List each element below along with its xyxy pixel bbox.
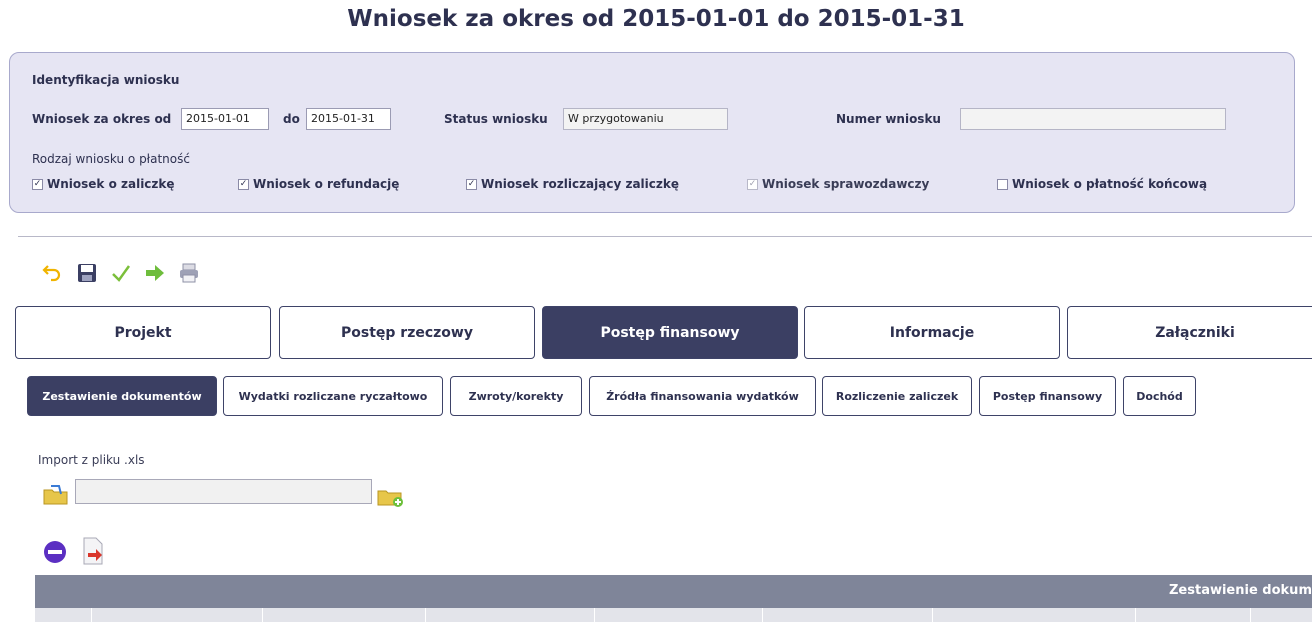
import-file-input[interactable] bbox=[75, 479, 372, 504]
period-to-label-text: do bbox=[283, 112, 300, 126]
folder-open-icon[interactable] bbox=[43, 484, 69, 510]
period-from-field[interactable]: 2015-01-01 bbox=[181, 108, 269, 130]
column-divider bbox=[762, 608, 763, 622]
checkbox-label: Wniosek o zaliczkę bbox=[47, 177, 175, 191]
column-divider bbox=[932, 608, 933, 622]
section-divider bbox=[18, 236, 1312, 237]
checkbox-label: Wniosek rozliczający zaliczkę bbox=[481, 177, 679, 191]
checkbox-advance[interactable]: ✓ Wniosek o zaliczkę bbox=[32, 177, 175, 191]
tab-projekt[interactable]: Projekt bbox=[15, 306, 271, 359]
column-divider bbox=[1135, 608, 1136, 622]
checkbox-label: Wniosek o płatność końcową bbox=[1012, 177, 1208, 191]
identification-heading: Identyfikacja wniosku bbox=[32, 73, 180, 87]
type-label: Rodzaj wniosku o płatność bbox=[32, 152, 190, 166]
tab-informacje[interactable]: Informacje bbox=[804, 306, 1060, 359]
column-divider bbox=[1250, 608, 1251, 622]
checkbox-label: Wniosek o refundację bbox=[253, 177, 400, 191]
folder-add-icon[interactable] bbox=[377, 484, 405, 512]
subtab-zrodla-finansowania[interactable]: Źródła finansowania wydatków bbox=[589, 376, 816, 416]
tab-postep-rzeczowy[interactable]: Postęp rzeczowy bbox=[279, 306, 535, 359]
checkbox-mark: ✓ bbox=[747, 178, 758, 190]
subtab-wydatki-ryczaltowo[interactable]: Wydatki rozliczane ryczałtowo bbox=[223, 376, 443, 416]
checkbox-mark[interactable] bbox=[997, 178, 1008, 190]
checkbox-report: ✓ Wniosek sprawozdawczy bbox=[747, 177, 929, 191]
check-icon[interactable] bbox=[108, 260, 134, 286]
checkbox-refund[interactable]: ✓ Wniosek o refundację bbox=[238, 177, 399, 191]
checkbox-final-payment[interactable]: Wniosek o płatność końcową bbox=[997, 177, 1207, 191]
column-divider bbox=[425, 608, 426, 622]
page-title: Wniosek za okres od 2015-01-01 do 2015-0… bbox=[347, 6, 965, 32]
export-document-icon[interactable] bbox=[80, 536, 106, 570]
checkbox-label: Wniosek sprawozdawczy bbox=[762, 177, 930, 191]
tab-postep-finansowy[interactable]: Postęp finansowy bbox=[542, 306, 798, 359]
undo-icon[interactable] bbox=[40, 260, 66, 286]
column-divider bbox=[594, 608, 595, 622]
column-divider bbox=[262, 608, 263, 622]
print-icon[interactable] bbox=[176, 260, 202, 286]
import-label: Import z pliku .xls bbox=[38, 453, 145, 467]
table-caption: Zestawienie dokum bbox=[1169, 583, 1312, 598]
table-column-headers bbox=[35, 608, 1312, 622]
identification-panel: Identyfikacja wniosku Wniosek za okres o… bbox=[9, 52, 1295, 213]
subtab-dochod[interactable]: Dochód bbox=[1123, 376, 1196, 416]
status-field: W przygotowaniu bbox=[563, 108, 728, 130]
table-header-bar: Zestawienie dokum bbox=[35, 575, 1312, 608]
column-divider bbox=[91, 608, 92, 622]
checkbox-mark[interactable]: ✓ bbox=[466, 178, 477, 190]
number-label: Numer wniosku bbox=[836, 112, 941, 126]
subtab-postep-finansowy[interactable]: Postęp finansowy bbox=[979, 376, 1116, 416]
save-icon[interactable] bbox=[74, 260, 100, 286]
status-label: Status wniosku bbox=[444, 112, 548, 126]
subtab-zestawienie-dokumentow[interactable]: Zestawienie dokumentów bbox=[27, 376, 217, 416]
tab-zalaczniki[interactable]: Załączniki bbox=[1067, 306, 1312, 359]
toolbar bbox=[40, 260, 202, 286]
number-field[interactable] bbox=[960, 108, 1226, 130]
subtab-zwroty-korekty[interactable]: Zwroty/korekty bbox=[450, 376, 582, 416]
period-from-label: Wniosek za okres od bbox=[32, 112, 172, 126]
period-to-field[interactable]: 2015-01-31 bbox=[306, 108, 391, 130]
remove-icon[interactable] bbox=[42, 539, 68, 569]
subtab-rozliczenie-zaliczek[interactable]: Rozliczenie zaliczek bbox=[822, 376, 972, 416]
checkbox-mark[interactable]: ✓ bbox=[238, 178, 249, 190]
checkbox-mark[interactable]: ✓ bbox=[32, 178, 43, 190]
submit-arrow-icon[interactable] bbox=[142, 260, 168, 286]
checkbox-settling-advance[interactable]: ✓ Wniosek rozliczający zaliczkę bbox=[466, 177, 679, 191]
